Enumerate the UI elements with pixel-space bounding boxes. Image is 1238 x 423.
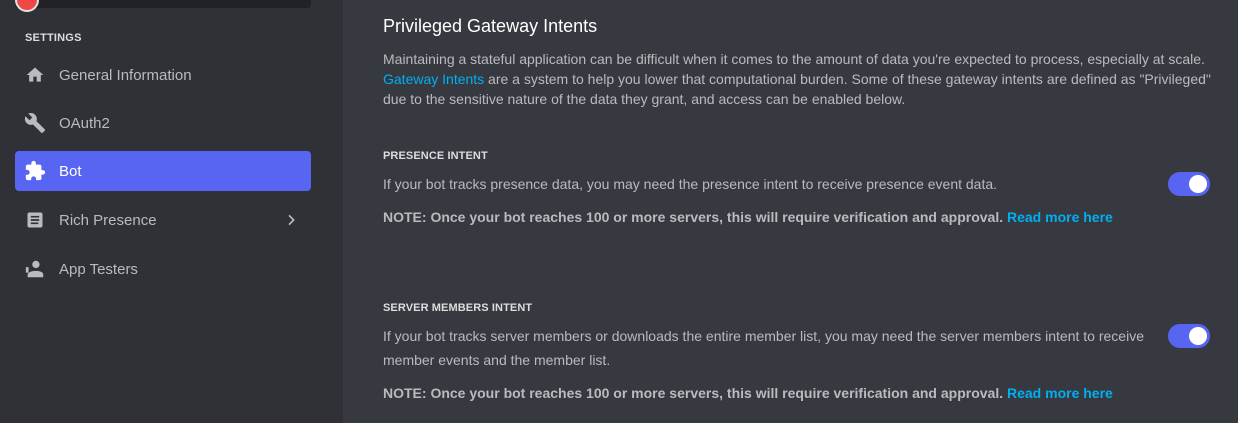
presence-intent-title: PRESENCE INTENT [383,150,488,162]
sidebar-item-oauth2[interactable]: OAuth2 [15,103,311,143]
sidebar-item-app-testers[interactable]: App Testers [15,249,311,289]
description-text: are a system to help you lower that comp… [383,71,1211,107]
sidebar-item-label: OAuth2 [59,114,110,132]
gateway-intents-link[interactable]: Gateway Intents [383,71,484,87]
sidebar-item-general-information[interactable]: General Information [15,55,311,95]
read-more-link[interactable]: Read more here [1007,209,1113,225]
app-avatar [15,0,39,12]
person-icon [23,257,47,281]
sidebar-item-rich-presence[interactable]: Rich Presence [15,200,311,240]
intents-description: Maintaining a stateful application can b… [383,49,1213,109]
sidebar-item-label: Bot [59,162,82,180]
wrench-icon [23,111,47,135]
toggle-knob [1189,327,1207,345]
sidebar-item-label: Rich Presence [59,211,157,229]
document-icon [23,208,47,232]
app-selector[interactable] [15,0,311,8]
sidebar-item-label: App Testers [59,260,138,278]
home-icon [23,63,47,87]
presence-intent-note: NOTE: Once your bot reaches 100 or more … [383,209,1113,225]
toggle-knob [1189,175,1207,193]
page-title: Privileged Gateway Intents [383,16,598,36]
description-text: Maintaining a stateful application can b… [383,51,1205,67]
puzzle-icon [23,159,47,183]
chevron-right-icon[interactable] [279,208,303,232]
server-members-intent-toggle[interactable] [1168,324,1210,348]
server-members-intent-title: SERVER MEMBERS INTENT [383,302,533,314]
settings-section-label: SETTINGS [25,32,82,44]
note-text: NOTE: Once your bot reaches 100 or more … [383,385,1004,401]
sidebar: SETTINGS General Information OAuth2 Bot … [0,0,343,423]
read-more-link[interactable]: Read more here [1007,385,1113,401]
sidebar-item-label: General Information [59,66,192,84]
server-members-intent-description: If your bot tracks server members or dow… [383,328,1144,368]
sidebar-item-bot[interactable]: Bot [15,151,311,191]
presence-intent-description: If your bot tracks presence data, you ma… [383,176,998,192]
server-members-intent-note: NOTE: Once your bot reaches 100 or more … [383,385,1113,401]
note-text: NOTE: Once your bot reaches 100 or more … [383,209,1004,225]
presence-intent-toggle[interactable] [1168,172,1210,196]
